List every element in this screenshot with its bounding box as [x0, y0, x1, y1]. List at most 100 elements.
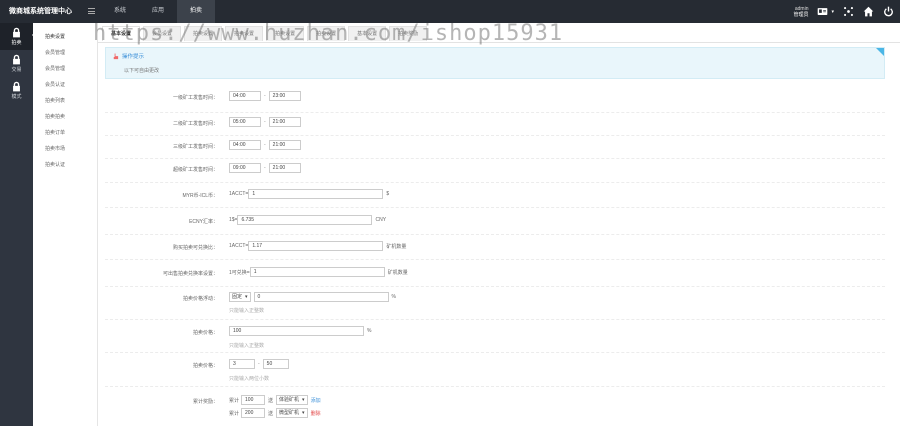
submenu-item[interactable]: 会员管理 [33, 45, 97, 61]
rate-input[interactable]: 6.735 [237, 215, 373, 225]
submenu-item[interactable]: 拍卖列表 [33, 93, 97, 109]
notice-tip: 以下可自由更改 [124, 68, 160, 74]
tab-basic-settings[interactable]: 基本设置 [102, 26, 141, 41]
submenu-item[interactable]: 拍卖认证 [33, 157, 97, 173]
start-time-input[interactable]: 09:00 [229, 163, 261, 173]
form-label: 拍卖价格： [192, 330, 218, 336]
form-row-price: 拍卖价格： 100 % 只能输入正整数 [105, 320, 885, 353]
range-separator: - [264, 93, 266, 99]
tab-auction-settings[interactable]: 拍卖设置 [184, 26, 223, 41]
reward-prefix: 累计 [229, 410, 240, 417]
apps-grid-icon[interactable] [840, 4, 856, 20]
top-nav-system[interactable]: 系统 [101, 0, 139, 23]
form-row-level2-time: 二级矿工发售时间： 05:00 - 21:00 [105, 113, 885, 136]
reward-prefix: 累计 [229, 397, 240, 404]
submenu-pointer [32, 31, 36, 39]
user-name: admin [794, 5, 809, 12]
rate-input[interactable]: 1 [248, 189, 384, 199]
submenu-item[interactable]: 拍卖拍卖 [33, 109, 97, 125]
form-label: 三级矿工发售时间： [172, 144, 218, 150]
submenu-item[interactable]: 会员认证 [33, 77, 97, 93]
tab-bar: 基本设置 会员设置 拍卖设置 拍卖设置 拍卖设置 拍卖设置 基本设置 拍卖奖励 [98, 23, 900, 43]
end-time-input[interactable]: 21:00 [268, 163, 301, 173]
lock-icon [13, 54, 20, 65]
rail-item-label: 拍卖 [11, 40, 22, 46]
range-separator: - [264, 119, 266, 125]
reward-type-select[interactable]: 微型矿机 ▾ [276, 408, 308, 418]
max-input[interactable]: 50 [262, 359, 289, 369]
tab-auction-rewards[interactable]: 拍卖奖励 [389, 26, 428, 41]
form-row-sell-ratio: 可出售拍卖兑换率设置： 1可兑换= 1 矿机数量 [105, 260, 885, 287]
field-hint: 只能输入正整数 [229, 308, 265, 314]
end-time-input[interactable]: 23:00 [268, 91, 301, 101]
rate-input[interactable]: 1.17 [248, 241, 384, 251]
rate-prefix: 1$= [229, 217, 238, 223]
menu-toggle-icon[interactable] [88, 8, 95, 14]
form-label: 拍卖价格： [192, 363, 218, 369]
percent-unit: % [367, 328, 372, 334]
rate-prefix: 1可兑换= [229, 269, 250, 276]
end-time-input[interactable]: 21:00 [268, 117, 301, 127]
sub-menu: 拍卖设置 会员管理 会员管理 会员认证 拍卖列表 拍卖拍卖 拍卖订单 拍卖市场 … [32, 23, 98, 426]
rate-prefix: 1ACCT= [229, 191, 249, 197]
user-card-icon[interactable] [814, 4, 830, 20]
rate-unit: 矿机数量 [386, 243, 407, 250]
home-icon[interactable] [860, 4, 876, 20]
main-content: 操作提示 以下可自由更改 一级矿工发售时间： 04:00 - 23:00 二级矿… [98, 43, 900, 426]
top-bar: 微商城系统管理中心 系统 应用 拍卖 admin 管理员 ▾ [0, 0, 900, 23]
form-row-exchange-ratio: 购买拍卖可兑换比： 1ACCT= 1.17 矿机数量 [105, 235, 885, 260]
power-icon[interactable] [880, 4, 896, 20]
float-input[interactable]: 0 [253, 292, 389, 302]
tab-auction-settings[interactable]: 拍卖设置 [225, 26, 264, 41]
tab-auction-settings[interactable]: 拍卖设置 [266, 26, 305, 41]
reward-type-select[interactable]: 体验矿机 ▾ [276, 395, 308, 405]
rail-item-auction[interactable]: 拍卖 [0, 23, 33, 50]
float-type-select[interactable]: 固定 ▾ [229, 292, 251, 302]
submenu-item[interactable]: 拍卖订单 [33, 125, 97, 141]
start-time-input[interactable]: 04:00 [229, 140, 261, 150]
start-time-input[interactable]: 04:00 [229, 91, 261, 101]
range-separator: - [258, 361, 260, 367]
min-input[interactable]: 3 [229, 359, 255, 369]
chevron-down-icon[interactable]: ▾ [831, 9, 834, 15]
rate-prefix: 1ACCT= [229, 243, 249, 249]
reward-amount-input[interactable]: 100 [241, 395, 266, 405]
form-row-level1-time: 一级矿工发售时间： 04:00 - 23:00 [105, 85, 885, 113]
lock-icon [13, 81, 20, 92]
tab-basic-settings-2[interactable]: 基本设置 [348, 26, 387, 41]
submenu-item[interactable]: 拍卖设置 [33, 29, 97, 45]
form-label: 一级矿工发售时间： [172, 95, 218, 101]
top-nav-apps[interactable]: 应用 [139, 0, 177, 23]
form-label: 超级矿工发售时间： [172, 167, 218, 173]
end-time-input[interactable]: 21:00 [268, 140, 301, 150]
price-input[interactable]: 100 [229, 326, 364, 336]
chevron-down-icon: ▾ [245, 294, 248, 300]
top-right-tools: admin 管理员 ▾ [793, 0, 900, 23]
rail-item-trade[interactable]: 交易 [0, 50, 33, 77]
form-label: 购买拍卖可兑换比： [172, 245, 218, 251]
rail-item-mode[interactable]: 模式 [0, 77, 33, 104]
delete-reward-link[interactable]: 删除 [311, 410, 321, 417]
submenu-item[interactable]: 拍卖市场 [33, 141, 97, 157]
rail-item-label: 交易 [11, 67, 22, 73]
form-row-price-range: 拍卖价格： 3 - 50 只能输入两位小数 [105, 353, 885, 387]
user-info[interactable]: admin 管理员 [793, 6, 808, 18]
notice-header: 操作提示 [112, 52, 144, 60]
tab-auction-settings[interactable]: 拍卖设置 [307, 26, 346, 41]
rate-unit: CNY [375, 217, 387, 223]
form-label: 拍卖价格浮动： [182, 296, 218, 302]
form-label: 累计奖励： [192, 399, 218, 405]
app-title: 微商城系统管理中心 [9, 8, 72, 15]
tab-member-settings[interactable]: 会员设置 [143, 26, 182, 41]
lock-icon [13, 27, 20, 38]
submenu-item[interactable]: 会员管理 [33, 61, 97, 77]
start-time-input[interactable]: 05:00 [229, 117, 261, 127]
form-row-myr-icl: MYR币-ICL币： 1ACCT= 1 $ [105, 183, 885, 208]
form-row-super-time: 超级矿工发售时间： 09:00 - 21:00 [105, 159, 885, 183]
hand-pointer-icon [113, 52, 119, 59]
range-separator: - [264, 142, 266, 148]
rate-input[interactable]: 1 [249, 267, 385, 277]
add-reward-link[interactable]: 添加 [311, 397, 321, 404]
top-nav-auction[interactable]: 拍卖 [177, 0, 215, 23]
reward-amount-input[interactable]: 200 [241, 408, 266, 418]
